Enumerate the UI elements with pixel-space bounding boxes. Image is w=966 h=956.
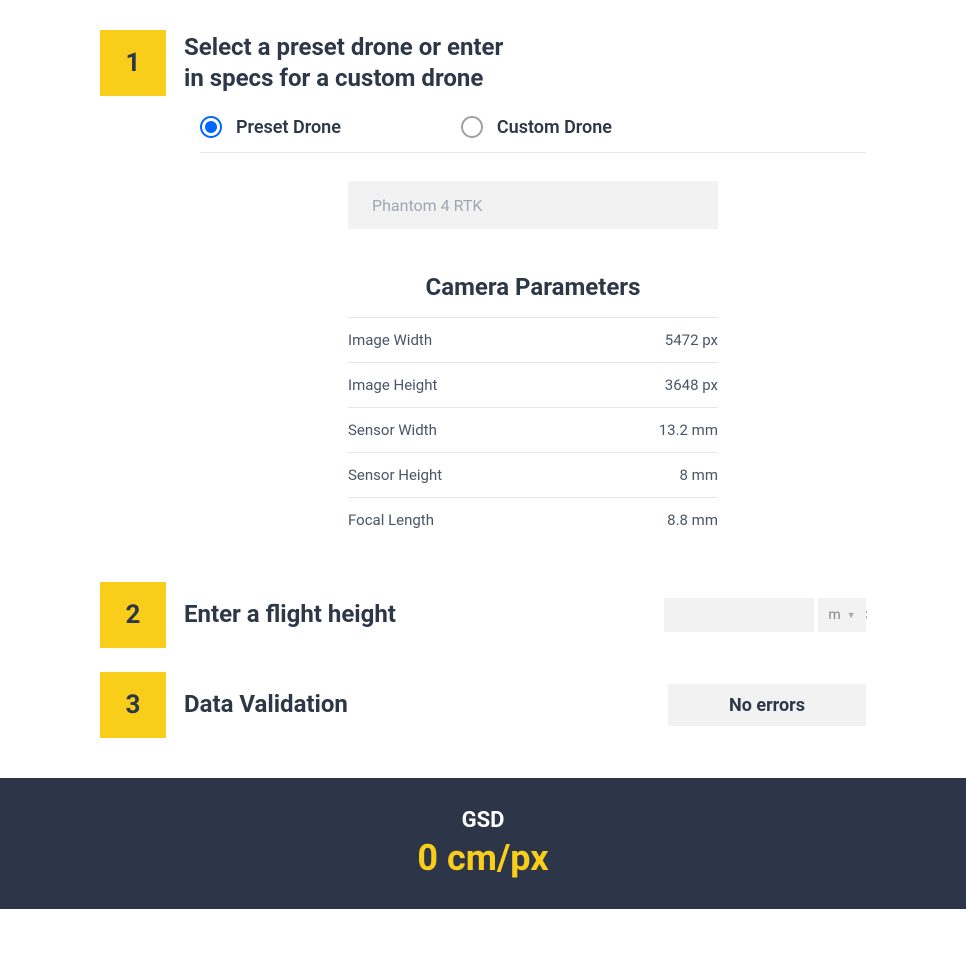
camera-params-heading: Camera Parameters	[200, 273, 866, 301]
step-1-content: Preset Drone Custom Drone Phantom 4 RTK …	[0, 116, 966, 542]
gsd-number: 0	[417, 837, 438, 879]
camera-params-table: Image Width 5472 px Image Height 3648 px…	[348, 317, 718, 542]
radio-preset-drone[interactable]: Preset Drone	[200, 116, 341, 138]
param-label: Focal Length	[348, 511, 434, 529]
param-row: Image Height 3648 px	[348, 362, 718, 407]
unit-value: m	[828, 607, 840, 623]
preset-drone-selected-value: Phantom 4 RTK	[372, 196, 482, 215]
drone-type-radio-group: Preset Drone Custom Drone	[200, 116, 866, 153]
param-value: 8 mm	[680, 466, 718, 484]
step-3-row: 3 Data Validation No errors	[0, 672, 966, 738]
param-row: Image Width 5472 px	[348, 317, 718, 362]
step-3-number: 3	[100, 672, 166, 738]
param-label: Sensor Width	[348, 421, 437, 439]
gsd-label: GSD	[0, 808, 966, 833]
radio-icon	[200, 116, 222, 138]
param-value: 3648 px	[665, 376, 718, 394]
flight-height-input-wrap[interactable]: ▲▼	[664, 598, 814, 632]
radio-icon	[461, 116, 483, 138]
step-2-title: Enter a flight height	[184, 599, 664, 630]
validation-status: No errors	[668, 684, 866, 726]
radio-label: Custom Drone	[497, 117, 612, 138]
param-value: 8.8 mm	[667, 511, 718, 529]
step-1-title: Select a preset drone or enter in specs …	[184, 32, 503, 94]
gsd-value: 0 cm/px	[0, 837, 966, 879]
radio-label: Preset Drone	[236, 117, 341, 138]
radio-custom-drone[interactable]: Custom Drone	[461, 116, 612, 138]
step-1-title-line2: in specs for a custom drone	[184, 63, 503, 94]
flight-height-unit-select[interactable]: m ▼	[818, 598, 866, 632]
step-3-title: Data Validation	[184, 689, 668, 720]
step-1-title-line1: Select a preset drone or enter	[184, 32, 503, 63]
step-2-row: 2 Enter a flight height ▲▼ m ▼	[0, 582, 966, 648]
param-value: 5472 px	[665, 331, 718, 349]
step-1-number: 1	[100, 30, 166, 96]
param-row: Sensor Width 13.2 mm	[348, 407, 718, 452]
param-label: Image Width	[348, 331, 432, 349]
flight-height-controls: ▲▼ m ▼	[664, 598, 866, 632]
param-label: Image Height	[348, 376, 437, 394]
param-row: Focal Length 8.8 mm	[348, 497, 718, 542]
preset-drone-select[interactable]: Phantom 4 RTK	[348, 181, 718, 229]
gsd-unit: cm/px	[447, 837, 549, 879]
param-value: 13.2 mm	[659, 421, 718, 439]
param-row: Sensor Height 8 mm	[348, 452, 718, 497]
param-label: Sensor Height	[348, 466, 442, 484]
chevron-down-icon: ▼	[847, 610, 856, 621]
result-panel: GSD 0 cm/px	[0, 778, 966, 909]
step-2-number: 2	[100, 582, 166, 648]
step-1-header: 1 Select a preset drone or enter in spec…	[0, 30, 966, 96]
